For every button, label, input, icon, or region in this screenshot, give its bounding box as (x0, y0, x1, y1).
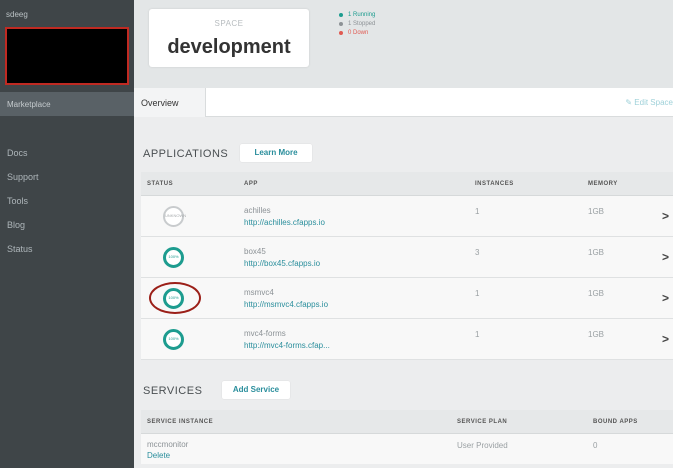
service-row[interactable]: mccmonitor Delete User Provided 0 (141, 434, 673, 464)
status-down: 0 Down (339, 28, 375, 37)
app-url-link[interactable]: http://msmvc4.cfapps.io (244, 300, 328, 309)
applications-title: APPLICATIONS (143, 148, 229, 160)
col-service-plan: SERVICE PLAN (457, 419, 508, 425)
app-row[interactable]: 100% box45 http://box45.cfapps.io 3 1GB … (141, 237, 673, 278)
sidebar-link-tools[interactable]: Tools (7, 196, 28, 206)
app-instances: 1 (475, 289, 480, 298)
bound-apps-count: 0 (593, 441, 598, 450)
sidebar-link-docs[interactable]: Docs (7, 148, 28, 158)
app-row[interactable]: 100% mvc4-forms http://mvc4-forms.cfap..… (141, 319, 673, 360)
chevron-right-icon[interactable]: > (662, 209, 669, 223)
health-ring-icon: 100% (163, 288, 184, 309)
status-stopped: 1 Stopped (339, 19, 375, 28)
app-memory: 1GB (588, 289, 605, 298)
col-instances: INSTANCES (475, 181, 514, 187)
col-app: APP (244, 181, 258, 187)
col-service-instance: SERVICE INSTANCE (147, 419, 214, 425)
unknown-status-icon: UNKNOWN (163, 206, 186, 227)
tab-overview[interactable]: Overview (134, 88, 206, 117)
learn-more-button[interactable]: Learn More (240, 144, 312, 162)
col-status: STATUS (147, 181, 174, 187)
chevron-right-icon[interactable]: > (662, 291, 669, 305)
chevron-right-icon[interactable]: > (662, 332, 669, 346)
org-label[interactable]: sdeeg (6, 10, 28, 19)
health-ring-icon: 100% (163, 247, 184, 268)
services-title: SERVICES (143, 385, 203, 397)
app-url-link[interactable]: http://mvc4-forms.cfap... (244, 341, 330, 350)
pencil-icon: ✎ (625, 98, 635, 107)
app-memory: 1GB (588, 248, 605, 257)
applications-table: STATUS APP INSTANCES MEMORY UNKNOWN achi… (141, 172, 673, 360)
redacted-org-area (5, 27, 129, 85)
app-memory: 1GB (588, 207, 605, 216)
applications-table-header: STATUS APP INSTANCES MEMORY (141, 172, 673, 196)
app-memory: 1GB (588, 330, 605, 339)
add-service-button[interactable]: Add Service (222, 381, 290, 399)
app-name[interactable]: msmvc4 (244, 288, 274, 297)
space-header: SPACE development 1 Running 1 Stopped 0 … (134, 0, 673, 88)
status-running: 1 Running (339, 10, 375, 19)
sidebar-item-label: Marketplace (7, 100, 51, 109)
services-table-header: SERVICE INSTANCE SERVICE PLAN BOUND APPS (141, 410, 673, 434)
down-dot-icon (339, 30, 343, 35)
app-name[interactable]: box45 (244, 247, 266, 256)
app-name[interactable]: achilles (244, 206, 271, 215)
app-instances: 1 (475, 330, 480, 339)
services-table: SERVICE INSTANCE SERVICE PLAN BOUND APPS… (141, 410, 673, 464)
sidebar-link-status[interactable]: Status (7, 244, 33, 254)
edit-space-link[interactable]: ✎ Edit Space (625, 98, 673, 107)
running-dot-icon (339, 12, 343, 17)
space-label: SPACE (214, 19, 244, 28)
app-instances: 1 (475, 207, 480, 216)
health-ring-icon: 100% (163, 329, 184, 350)
delete-service-link[interactable]: Delete (147, 451, 170, 460)
sidebar-item-marketplace[interactable]: Marketplace (0, 92, 134, 116)
app-row[interactable]: 100% msmvc4 http://msmvc4.cfapps.io 1 1G… (141, 278, 673, 319)
app-url-link[interactable]: http://achilles.cfapps.io (244, 218, 325, 227)
app-url-link[interactable]: http://box45.cfapps.io (244, 259, 320, 268)
sidebar-link-support[interactable]: Support (7, 172, 39, 182)
tab-bar: Overview ✎ Edit Space (134, 88, 673, 117)
app-row[interactable]: UNKNOWN achilles http://achilles.cfapps.… (141, 196, 673, 237)
col-memory: MEMORY (588, 181, 618, 187)
sidebar: sdeeg Marketplace Docs Support Tools Blo… (0, 0, 134, 468)
space-name: development (167, 36, 291, 58)
app-name[interactable]: mvc4-forms (244, 329, 286, 338)
stopped-dot-icon (339, 21, 343, 26)
app-status-summary: 1 Running 1 Stopped 0 Down (339, 10, 375, 37)
app-instances: 3 (475, 248, 480, 257)
service-plan: User Provided (457, 441, 508, 450)
col-bound-apps: BOUND APPS (593, 419, 638, 425)
service-name[interactable]: mccmonitor (147, 440, 188, 449)
chevron-right-icon[interactable]: > (662, 250, 669, 264)
space-card: SPACE development (149, 9, 309, 67)
sidebar-link-blog[interactable]: Blog (7, 220, 25, 230)
